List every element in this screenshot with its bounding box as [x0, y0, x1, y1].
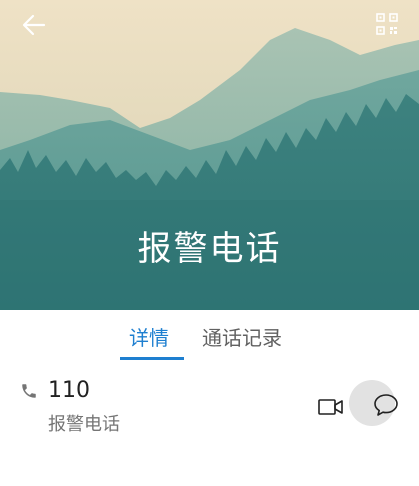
back-button[interactable] [14, 8, 54, 42]
tab-call-log[interactable]: 通话记录 [202, 324, 282, 352]
phone-number: 110 [48, 378, 90, 403]
message-button[interactable] [371, 390, 401, 420]
message-icon [374, 394, 398, 416]
phone-icon [22, 384, 36, 398]
arrow-left-icon [22, 14, 46, 36]
video-call-icon [318, 399, 343, 415]
contact-header: 报警电话 [0, 0, 419, 310]
phone-entry[interactable]: 110 报警电话 [0, 366, 419, 456]
video-call-button[interactable] [313, 392, 349, 422]
qr-code-button[interactable] [373, 10, 401, 38]
phone-number-label: 报警电话 [48, 414, 120, 435]
qr-code-icon [376, 13, 398, 35]
tab-details[interactable]: 详情 [129, 324, 169, 352]
active-tab-indicator [120, 357, 184, 360]
tab-bar: 详情 通话记录 [0, 310, 419, 366]
contact-name: 报警电话 [137, 229, 282, 269]
